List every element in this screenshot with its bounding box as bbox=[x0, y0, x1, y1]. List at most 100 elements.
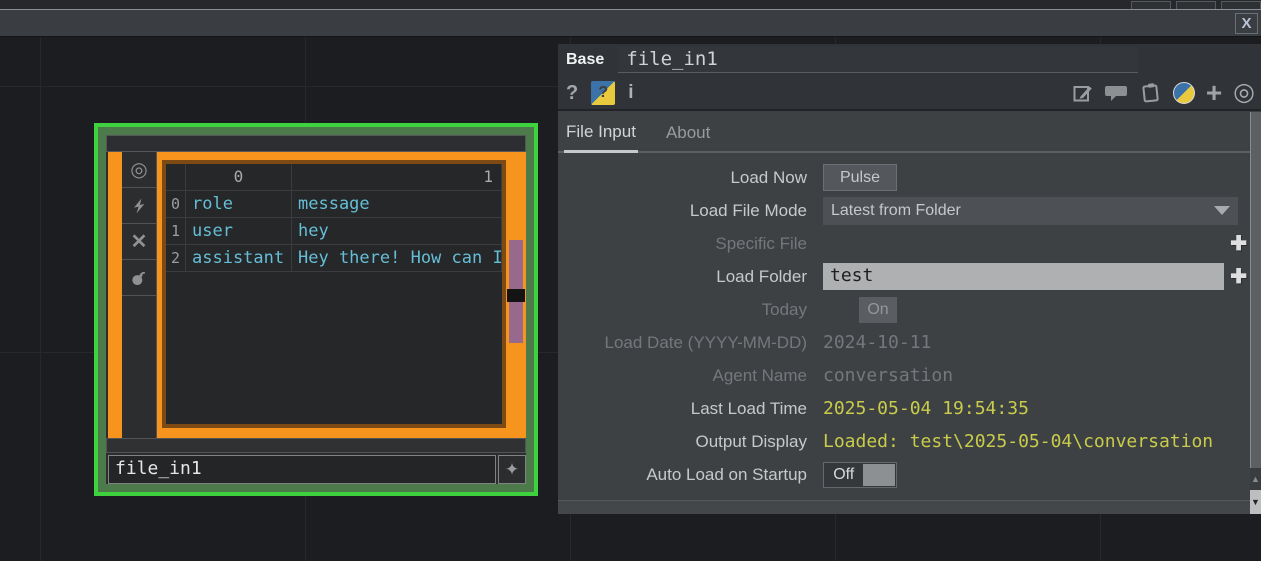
edit-expression-icon[interactable] bbox=[1072, 82, 1094, 104]
tab-about[interactable]: About bbox=[664, 123, 712, 153]
param-value: test ✚ bbox=[823, 260, 1261, 293]
file-browse-icon[interactable]: ✚ bbox=[1230, 267, 1247, 287]
node-edge-strip bbox=[108, 152, 122, 438]
param-value: On bbox=[823, 293, 1261, 326]
dropdown-value: Latest from Folder bbox=[831, 201, 961, 219]
param-label: Load Folder bbox=[716, 266, 807, 286]
param-value: 2025-05-04 19:54:35 bbox=[823, 392, 1261, 425]
comment-icon[interactable] bbox=[1104, 83, 1129, 103]
parameter-list: Load Now Pulse Load File Mode Latest fro… bbox=[558, 161, 1261, 491]
param-label: Today bbox=[761, 299, 807, 319]
param-value: Loaded: test\2025-05-04\conversation bbox=[823, 425, 1261, 458]
toolbar-right-group: + ◎ bbox=[1072, 78, 1255, 107]
help-icon[interactable]: ? bbox=[566, 83, 578, 103]
param-row-specific-file: Specific File ✚ bbox=[558, 227, 1261, 260]
auto-load-switch[interactable]: Off bbox=[823, 461, 897, 488]
param-label: Agent Name bbox=[712, 365, 808, 385]
copy-parameters-icon[interactable] bbox=[1140, 82, 1162, 104]
param-label: Specific File bbox=[715, 233, 807, 253]
param-label: Last Load Time bbox=[690, 398, 807, 418]
param-value: 2024-10-11 bbox=[823, 326, 1261, 359]
dat-viewer[interactable]: 0 1 0 role message 1 user hey 2 assistan… bbox=[162, 160, 506, 428]
lock-flag-icon bbox=[132, 271, 145, 285]
tab-file-input[interactable]: File Input bbox=[564, 122, 638, 153]
dialog-bottom-strip bbox=[558, 500, 1250, 514]
param-row-agent-name: Agent Name conversation bbox=[558, 359, 1261, 392]
param-value: Off bbox=[823, 458, 1261, 491]
menu-bar: X bbox=[0, 9, 1261, 37]
table-cell: message bbox=[292, 191, 502, 218]
switch-state-label: Off bbox=[833, 465, 855, 483]
scroll-up-arrow-icon[interactable]: ▲ bbox=[1250, 468, 1261, 490]
lightning-icon bbox=[134, 198, 145, 213]
param-row-load-date: Load Date (YYYY-MM-DD) 2024-10-11 bbox=[558, 326, 1261, 359]
node-content: ◎ ✕ 0 1 0 role message 1 user hey 2 assi… bbox=[106, 135, 526, 484]
viewer-flag-icon: ◎ bbox=[130, 158, 148, 181]
param-label: Load Date (YYYY-MM-DD) bbox=[604, 332, 808, 352]
table-row-index: 1 bbox=[166, 218, 186, 245]
parameter-dialog: Base file_in1 ? ? i + ◎ File Input About… bbox=[558, 44, 1261, 514]
node-name-field[interactable]: file_in1 bbox=[108, 455, 496, 484]
last-load-time-value[interactable]: 2025-05-04 19:54:35 bbox=[823, 398, 1029, 419]
pulse-button[interactable]: Pulse bbox=[823, 164, 897, 191]
close-button[interactable]: X bbox=[1235, 13, 1258, 34]
table-cell: role bbox=[186, 191, 292, 218]
python-help-icon[interactable]: ? bbox=[591, 80, 616, 105]
target-icon[interactable]: ◎ bbox=[1233, 80, 1255, 105]
table-cell: Hey there! How can I bbox=[292, 245, 502, 272]
table-cell: hey bbox=[292, 218, 502, 245]
agent-name-value[interactable]: conversation bbox=[823, 365, 953, 386]
info-icon[interactable]: i bbox=[628, 83, 633, 102]
sparkle-plus-icon: ✦ bbox=[504, 459, 520, 479]
python-help-glyph: ? bbox=[598, 83, 609, 101]
window-tab-group bbox=[1131, 1, 1261, 9]
operator-name-field[interactable]: file_in1 bbox=[618, 47, 1139, 73]
table-row-index: 0 bbox=[166, 191, 186, 218]
table-cell: user bbox=[186, 218, 292, 245]
table-col-header: 1 bbox=[292, 164, 502, 191]
python-icon[interactable] bbox=[1172, 81, 1195, 104]
param-row-load-file-mode: Load File Mode Latest from Folder bbox=[558, 194, 1261, 227]
node-file-in1[interactable]: ◎ ✕ 0 1 0 role message 1 user hey 2 assi… bbox=[94, 123, 538, 496]
add-parameter-icon[interactable]: + bbox=[1206, 78, 1222, 107]
lock-flag-button[interactable] bbox=[122, 260, 156, 296]
node-flag-column: ◎ ✕ bbox=[122, 152, 157, 438]
load-file-mode-dropdown[interactable]: Latest from Folder bbox=[823, 196, 1238, 225]
node-body: ◎ ✕ 0 1 0 role message 1 user hey 2 assi… bbox=[106, 152, 526, 438]
scrollbar-thumb[interactable] bbox=[1250, 112, 1261, 468]
param-label: Load Now bbox=[730, 167, 807, 187]
param-value: Latest from Folder bbox=[823, 194, 1261, 227]
viewer-scrollbar-thumb[interactable] bbox=[509, 240, 523, 289]
chevron-down-icon bbox=[1214, 206, 1230, 215]
output-display-value[interactable]: Loaded: test\2025-05-04\conversation bbox=[823, 431, 1213, 452]
param-label: Load File Mode bbox=[689, 200, 807, 220]
dialog-scrollbar[interactable]: ▲ ▼ bbox=[1250, 112, 1261, 514]
param-value: conversation bbox=[823, 359, 1261, 392]
param-value: Pulse bbox=[823, 161, 1261, 194]
window-tab[interactable] bbox=[1131, 1, 1171, 9]
scroll-down-arrow-icon[interactable]: ▼ bbox=[1250, 490, 1261, 514]
viewer-flag-button[interactable]: ◎ bbox=[122, 152, 156, 188]
node-title-bar[interactable] bbox=[106, 135, 526, 152]
window-tab[interactable] bbox=[1176, 1, 1216, 9]
today-toggle-button[interactable]: On bbox=[859, 296, 897, 323]
cook-flag-button[interactable] bbox=[122, 188, 156, 224]
grid-line bbox=[40, 37, 41, 561]
viewer-scrollbar-thumb[interactable] bbox=[509, 302, 523, 343]
scrollbar-gap bbox=[507, 289, 525, 302]
load-folder-field[interactable]: test bbox=[823, 263, 1225, 290]
file-browse-icon[interactable]: ✚ bbox=[1230, 234, 1247, 254]
node-name-row: file_in1 ✦ bbox=[106, 455, 526, 484]
dat-table: 0 1 0 role message 1 user hey 2 assistan… bbox=[166, 164, 502, 272]
load-date-value[interactable]: 2024-10-11 bbox=[823, 332, 931, 353]
switch-knob[interactable] bbox=[863, 463, 895, 486]
operator-family-label: Base bbox=[566, 51, 605, 68]
node-add-button[interactable]: ✦ bbox=[498, 455, 526, 484]
dialog-header: Base file_in1 ? ? i + ◎ bbox=[558, 44, 1261, 111]
bypass-flag-icon: ✕ bbox=[130, 230, 148, 253]
table-col-header: 0 bbox=[186, 164, 292, 191]
bypass-flag-button[interactable]: ✕ bbox=[122, 224, 156, 260]
window-tab[interactable] bbox=[1221, 1, 1261, 9]
parameter-tab-bar: File Input About bbox=[558, 111, 1261, 153]
touchdesigner-window: X ◎ ✕ 0 1 0 role message 1 user hey 2 as… bbox=[0, 0, 1261, 561]
